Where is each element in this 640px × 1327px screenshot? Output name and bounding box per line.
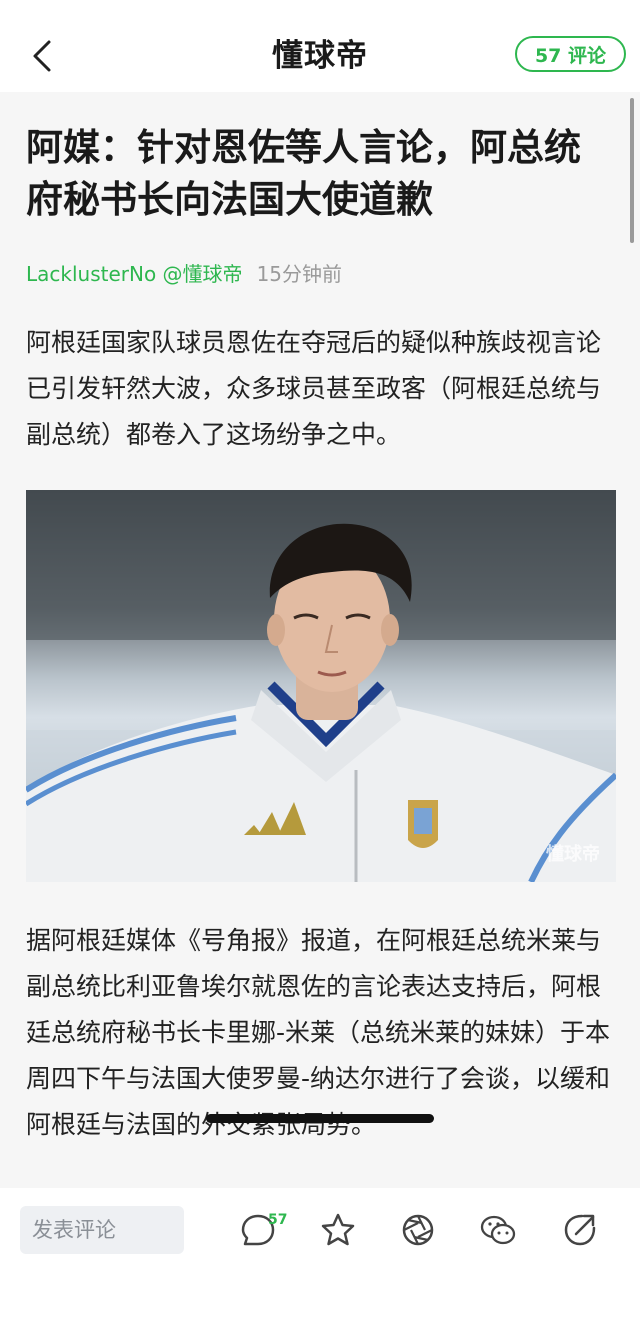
author-link[interactable]: LacklusterNo @懂球帝 bbox=[26, 258, 243, 290]
comment-count-button[interactable]: 57 评论 bbox=[514, 36, 626, 72]
aperture-icon[interactable] bbox=[398, 1210, 438, 1250]
image-watermark: 懂球帝 bbox=[546, 844, 600, 865]
article-title: 阿媒：针对恩佐等人言论，阿总统府秘书长向法国大使道歉 bbox=[26, 126, 581, 221]
home-indicator[interactable] bbox=[206, 1114, 434, 1123]
player-photo-illustration bbox=[26, 490, 616, 882]
article-photo[interactable]: 懂球帝 bbox=[26, 490, 616, 882]
article-meta: LacklusterNo @懂球帝 15分钟前 bbox=[26, 258, 342, 290]
publish-time: 15分钟前 bbox=[256, 262, 343, 286]
star-icon[interactable] bbox=[318, 1210, 358, 1250]
bottom-action-bar: 57 bbox=[0, 1188, 640, 1327]
comment-count-badge: 57 bbox=[268, 1212, 288, 1228]
scrollbar[interactable] bbox=[630, 98, 634, 243]
article-content[interactable]: 阿媒：针对恩佐等人言论，阿总统府秘书长向法国大使道歉 LacklusterNo … bbox=[0, 92, 640, 1188]
comment-input[interactable] bbox=[20, 1206, 184, 1254]
paragraph: 阿根廷国家队球员恩佐在夺冠后的疑似种族歧视言论已引发轩然大波，众多球员甚至政客（… bbox=[26, 328, 602, 449]
share-icon[interactable] bbox=[560, 1210, 600, 1250]
top-nav-bar: 懂球帝 57 评论 bbox=[0, 0, 640, 92]
wechat-icon[interactable] bbox=[478, 1210, 518, 1250]
